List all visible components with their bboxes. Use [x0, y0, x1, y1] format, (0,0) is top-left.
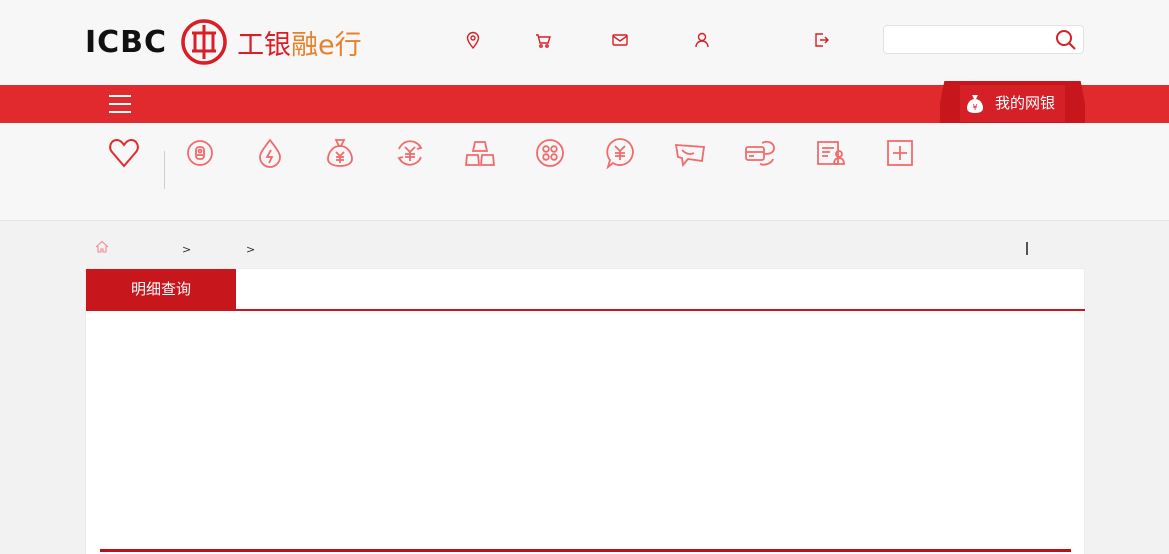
- user-icon[interactable]: [692, 30, 712, 50]
- icbc-logo[interactable]: ICBC 工银融e行: [85, 18, 362, 66]
- account-manage-icon[interactable]: [814, 136, 846, 170]
- search-input[interactable]: [892, 30, 1052, 50]
- svg-text:¥: ¥: [972, 103, 977, 112]
- remittance-icon[interactable]: [674, 136, 706, 170]
- precious-metal-icon[interactable]: [534, 136, 566, 170]
- main-navbar: ¥ 我的网银: [0, 81, 1169, 126]
- breadcrumb-separator: >: [246, 243, 256, 256]
- icbc-seal-icon: [181, 19, 227, 65]
- content-bottom-rule: [100, 549, 1071, 552]
- money-bag-icon[interactable]: [324, 136, 356, 170]
- logo-chinese-name: 工银融e行: [237, 29, 362, 61]
- category-strip: [0, 123, 1169, 221]
- loan-consult-icon[interactable]: [604, 136, 636, 170]
- bill-payment-icon[interactable]: [254, 136, 286, 170]
- my-ebank-label: 我的网银: [995, 94, 1056, 112]
- favorite-heart-icon[interactable]: [108, 136, 140, 170]
- deposit-icon[interactable]: [184, 136, 216, 170]
- credit-card-icon[interactable]: [744, 136, 776, 170]
- logo-text: ICBC: [85, 24, 168, 60]
- home-icon[interactable]: [95, 240, 109, 254]
- search-icon[interactable]: [1055, 29, 1077, 51]
- search-box: [883, 25, 1084, 54]
- money-bag-icon: ¥: [967, 95, 983, 113]
- mail-icon[interactable]: [610, 30, 630, 50]
- menu-hamburger-icon[interactable]: [109, 95, 131, 114]
- add-icon[interactable]: [884, 136, 916, 170]
- logout-icon[interactable]: [811, 30, 831, 50]
- breadcrumb-separator: >: [182, 243, 192, 256]
- tab-bar: 明细查询: [86, 269, 1085, 311]
- tab-detail-query[interactable]: 明细查询: [86, 269, 236, 309]
- location-icon[interactable]: [463, 30, 483, 50]
- header: ICBC 工银融e行: [0, 0, 1169, 85]
- exchange-icon[interactable]: [394, 136, 426, 170]
- text-cursor-divider: [1026, 242, 1028, 255]
- cart-icon[interactable]: [533, 30, 553, 50]
- gold-bars-icon[interactable]: [464, 136, 496, 170]
- content-panel: 明细查询: [85, 268, 1085, 554]
- my-ebank-button[interactable]: ¥ 我的网银: [940, 81, 1085, 126]
- category-divider: [164, 151, 165, 189]
